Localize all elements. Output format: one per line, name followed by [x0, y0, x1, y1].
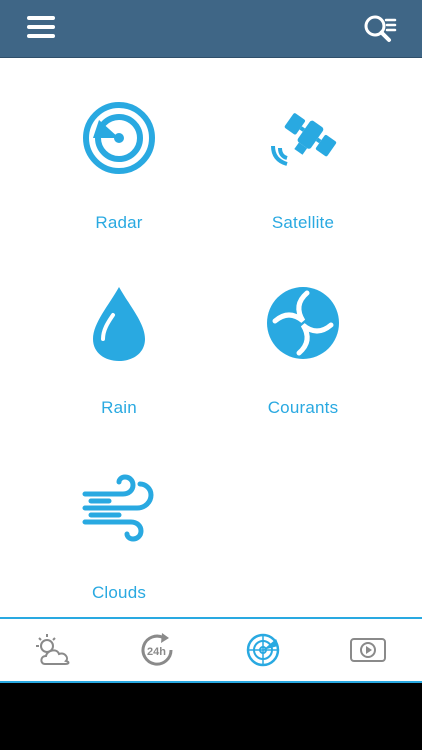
raindrop-icon — [79, 283, 159, 363]
device-bottom-area — [0, 683, 422, 750]
radar-icon — [79, 98, 159, 178]
tab-radar[interactable] — [210, 619, 315, 681]
satellite-icon — [263, 98, 343, 178]
tile-label: Satellite — [271, 213, 335, 232]
tab-weather[interactable] — [0, 619, 105, 681]
24h-icon: 24h — [141, 633, 173, 666]
tile-label: Radar — [95, 213, 143, 232]
tile-courants[interactable]: Courants — [213, 243, 393, 423]
video-play-icon — [349, 638, 386, 662]
tile-satellite[interactable]: Satellite — [213, 58, 393, 238]
app-screen: Radar Satellite Rain Courants Clouds 24h — [0, 0, 422, 683]
24h-label: 24h — [147, 646, 166, 658]
wind-icon — [79, 468, 159, 548]
tile-radar[interactable]: Radar — [29, 58, 209, 238]
bottom-nav: 24h — [0, 617, 422, 683]
feature-grid: Radar Satellite Rain Courants Clouds — [0, 58, 422, 618]
tab-video[interactable] — [315, 619, 420, 681]
tile-label: Clouds — [91, 583, 147, 602]
tab-24h[interactable]: 24h — [105, 619, 210, 681]
currents-icon — [263, 283, 343, 363]
radar-globe-icon — [246, 633, 279, 667]
hamburger-menu-icon[interactable] — [27, 16, 57, 40]
top-bar — [0, 0, 422, 58]
tile-label: Courants — [267, 398, 339, 417]
tile-rain[interactable]: Rain — [29, 243, 209, 423]
search-list-icon[interactable] — [362, 13, 398, 45]
tile-clouds[interactable]: Clouds — [29, 428, 209, 608]
tile-label: Rain — [101, 398, 137, 417]
sun-cloud-icon — [35, 634, 69, 665]
